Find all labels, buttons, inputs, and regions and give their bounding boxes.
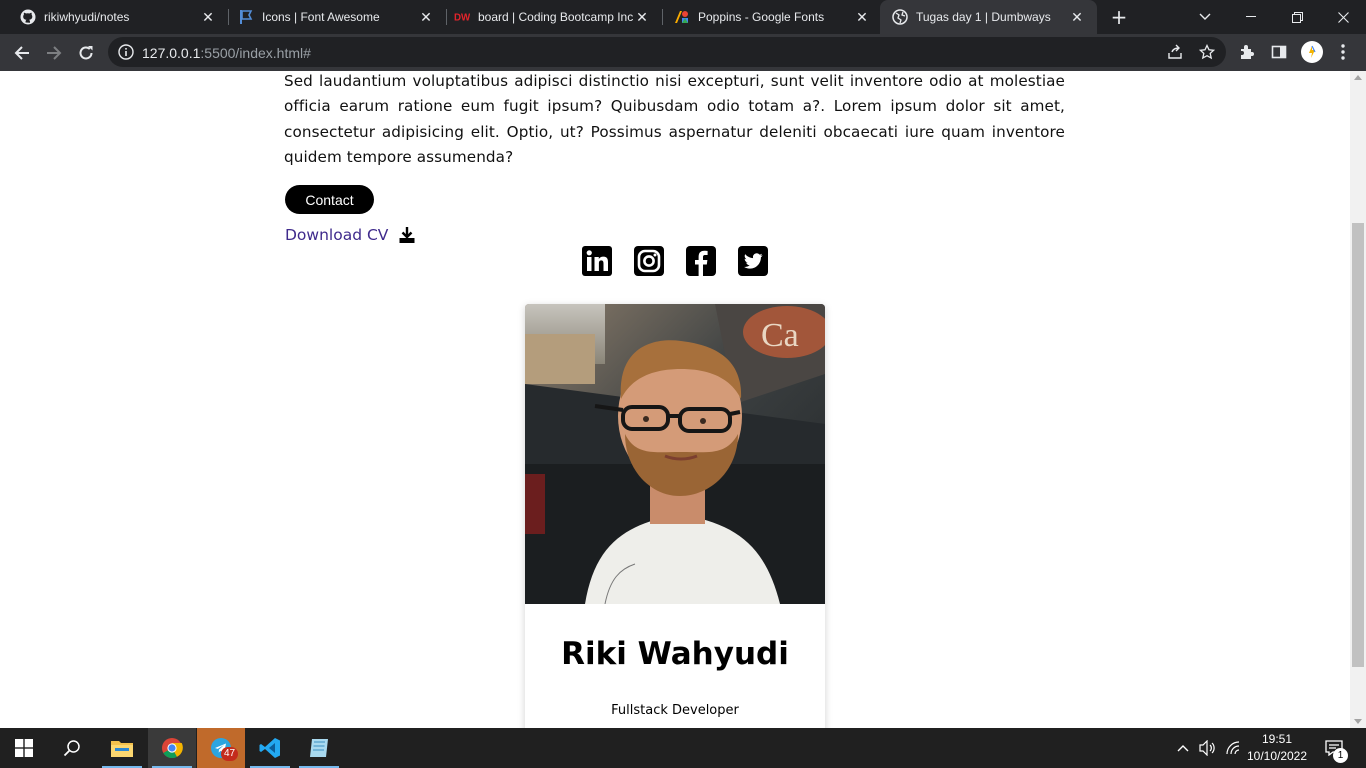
address-bar[interactable]: 127.0.0.1:5500/index.html# (108, 37, 1226, 67)
download-cv-label: Download CV (285, 226, 389, 244)
svg-text:Ca: Ca (761, 317, 799, 354)
chrome-icon[interactable] (148, 728, 196, 768)
close-tab-icon[interactable]: ✕ (634, 9, 650, 25)
page-scrollbar[interactable] (1350, 71, 1366, 728)
close-tab-icon[interactable]: ✕ (1069, 9, 1085, 25)
volume-icon[interactable] (1196, 728, 1220, 768)
new-tab-icon[interactable]: + (1108, 7, 1130, 29)
linkedin-icon[interactable] (582, 246, 612, 276)
minimize-icon[interactable] (1228, 0, 1274, 34)
close-window-icon[interactable] (1320, 0, 1366, 34)
twitter-icon[interactable] (738, 246, 768, 276)
close-tab-icon[interactable]: ✕ (200, 9, 216, 25)
page-viewport: Sed laudantium voluptatibus adipisci dis… (0, 71, 1350, 728)
download-icon (399, 227, 415, 243)
side-panel-icon[interactable] (1270, 43, 1288, 61)
profile-role: Fullstack Developer (611, 703, 739, 718)
clock-date: 10/10/2022 (1246, 749, 1308, 763)
scroll-down-arrow-icon[interactable] (1354, 719, 1362, 724)
notification-center-icon[interactable] (1318, 728, 1350, 768)
tab-title: Icons | Font Awesome (262, 10, 380, 24)
tab-title: Poppins - Google Fonts (698, 10, 825, 24)
url-path: :5500/index.html# (200, 45, 311, 61)
scroll-up-arrow-icon[interactable] (1354, 75, 1362, 80)
browser-tab-strip: rikiwhyudi/notes ✕ Icons | Font Awesome … (0, 0, 1366, 34)
taskbar-clock[interactable]: 19:51 10/10/2022 (1240, 731, 1314, 765)
globe-icon (892, 9, 908, 25)
tab-search-chevron-icon[interactable] (1182, 0, 1228, 34)
profile-card: Ca Riki Wahyudi Fullstack Developer (525, 304, 825, 728)
profile-avatar[interactable] (1301, 41, 1323, 63)
download-cv-link[interactable]: Download CV (285, 226, 416, 244)
url-text: 127.0.0.1:5500/index.html# (142, 45, 311, 61)
notepad-icon[interactable] (295, 728, 343, 768)
tab-tugas-day-1[interactable]: Tugas day 1 | Dumbways ✕ (880, 0, 1097, 34)
profile-name: Riki Wahyudi (561, 636, 789, 672)
font-awesome-flag-icon (238, 9, 254, 25)
facebook-icon[interactable] (686, 246, 716, 276)
vscode-icon[interactable] (246, 728, 294, 768)
telegram-icon[interactable]: 47 (197, 728, 245, 768)
google-fonts-icon (674, 9, 690, 25)
tab-google-fonts[interactable]: Poppins - Google Fonts ✕ (654, 0, 882, 34)
bookmark-star-icon[interactable] (1198, 43, 1216, 61)
reload-icon[interactable] (72, 39, 100, 67)
tab-font-awesome[interactable]: Icons | Font Awesome ✕ (218, 0, 446, 34)
back-arrow-icon[interactable] (8, 39, 36, 67)
social-links (582, 246, 790, 276)
contact-button[interactable]: Contact (285, 185, 374, 214)
telegram-unread-badge: 47 (221, 747, 239, 761)
dumbways-icon: DW (454, 9, 470, 25)
tab-github-notes[interactable]: rikiwhyudi/notes ✕ (0, 0, 228, 34)
instagram-icon[interactable] (634, 246, 664, 276)
close-tab-icon[interactable]: ✕ (418, 9, 434, 25)
extensions-puzzle-icon[interactable] (1238, 43, 1256, 61)
file-explorer-icon[interactable] (98, 728, 146, 768)
github-icon (20, 9, 36, 25)
profile-photo: Ca (525, 304, 825, 604)
show-hidden-icons-chevron-icon[interactable] (1172, 728, 1194, 768)
clock-time: 19:51 (1261, 732, 1293, 746)
search-icon[interactable] (48, 728, 96, 768)
scrollbar-thumb[interactable] (1352, 223, 1364, 667)
site-info-icon[interactable] (118, 44, 134, 60)
restore-icon[interactable] (1274, 0, 1320, 34)
tab-dumbways-board[interactable]: DW board | Coding Bootcamp Inc ✕ (434, 0, 662, 34)
tab-title: board | Coding Bootcamp Inc (478, 10, 634, 24)
browser-toolbar: 127.0.0.1:5500/index.html# (0, 34, 1366, 71)
close-tab-icon[interactable]: ✕ (854, 9, 870, 25)
tab-title: Tugas day 1 | Dumbways (916, 10, 1051, 24)
about-paragraph: Sed laudantium voluptatibus adipisci dis… (284, 72, 1065, 166)
svg-text:DW: DW (454, 13, 470, 23)
windows-start-icon[interactable] (0, 728, 48, 768)
forward-arrow-icon[interactable] (40, 39, 68, 67)
url-host: 127.0.0.1 (142, 45, 201, 61)
chrome-menu-icon[interactable] (1334, 43, 1352, 61)
windows-taskbar: 47 19:51 10/10/2022 1 (0, 728, 1366, 768)
tab-title: rikiwhyudi/notes (44, 10, 130, 24)
share-icon[interactable] (1166, 43, 1184, 61)
notification-count-badge: 1 (1333, 748, 1348, 763)
